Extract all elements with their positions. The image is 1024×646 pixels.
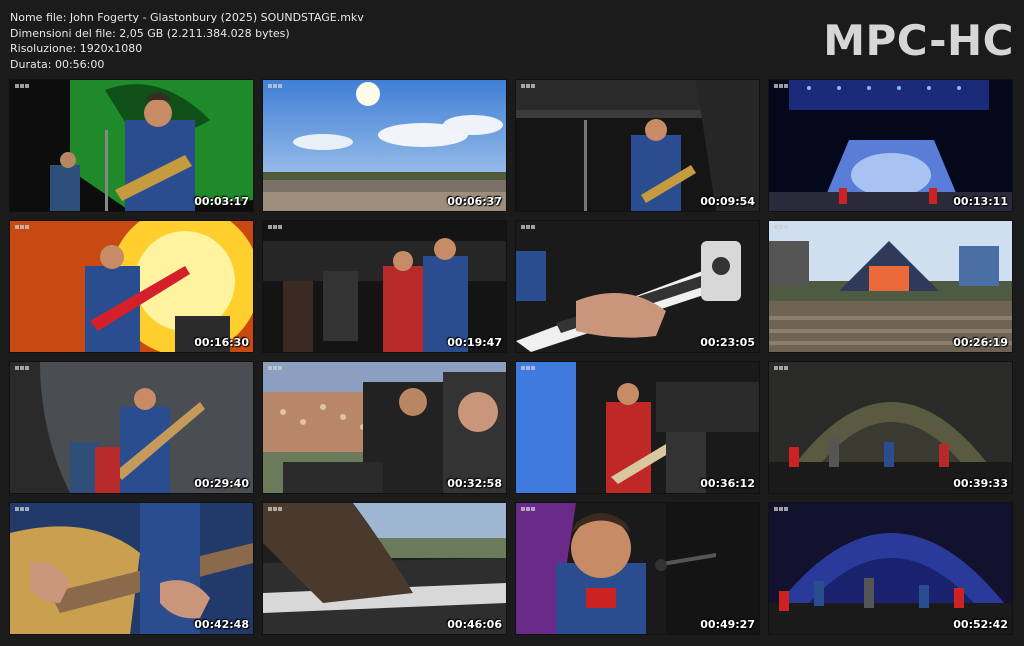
thumbnail-image: [263, 362, 506, 493]
bbc-logo: [521, 366, 535, 370]
thumbnail-image: [516, 503, 759, 634]
bbc-logo: [268, 366, 282, 370]
resolution-line: Risoluzione: 1920x1080: [10, 42, 143, 55]
thumbnail: 00:46:06: [263, 503, 506, 634]
timestamp: 00:52:42: [953, 618, 1008, 631]
thumbnail-image: [769, 503, 1012, 634]
thumbnail-image: [263, 503, 506, 634]
timestamp: 00:06:37: [447, 195, 502, 208]
thumbnail: 00:42:48: [10, 503, 253, 634]
thumbnail: 00:39:33: [769, 362, 1012, 493]
thumbnail: 00:03:17: [10, 80, 253, 211]
timestamp: 00:32:58: [447, 477, 502, 490]
thumbnail: 00:26:19: [769, 221, 1012, 352]
timestamp: 00:19:47: [447, 336, 502, 349]
timestamp: 00:16:30: [194, 336, 249, 349]
thumbnail: 00:32:58: [263, 362, 506, 493]
thumbnail: 00:06:37: [263, 80, 506, 211]
bbc-logo: [521, 225, 535, 229]
timestamp: 00:03:17: [194, 195, 249, 208]
bbc-logo: [774, 507, 788, 511]
timestamp: 00:29:40: [194, 477, 249, 490]
timestamp: 00:42:48: [194, 618, 249, 631]
timestamp: 00:46:06: [447, 618, 502, 631]
duration-line: Durata: 00:56:00: [10, 57, 105, 71]
thumbnail: 00:09:54: [516, 80, 759, 211]
timestamp: 00:39:33: [953, 477, 1008, 490]
thumbnail-image: [769, 362, 1012, 493]
thumbnail-image: [10, 221, 253, 352]
bbc-logo: [268, 507, 282, 511]
thumbnail-image: [769, 221, 1012, 352]
thumbnail-image: [263, 221, 506, 352]
bbc-logo: [774, 366, 788, 370]
file-size-line: Dimensioni del file: 2,05 GB (2.211.384.…: [10, 26, 290, 40]
thumbnail-image: [10, 80, 253, 211]
bbc-logo: [15, 507, 29, 511]
thumbnail-image: [516, 221, 759, 352]
thumbnail: 00:19:47: [263, 221, 506, 352]
thumbnail-image: [516, 362, 759, 493]
thumbnail: 00:36:12: [516, 362, 759, 493]
bbc-logo: [774, 225, 788, 229]
bbc-logo: [268, 84, 282, 88]
timestamp: 00:26:19: [953, 336, 1008, 349]
thumbnail-image: [10, 362, 253, 493]
thumbnail: 00:23:05: [516, 221, 759, 352]
thumbnail-grid: 00:03:17 00:06:37 00:09:54 00:13:11 00:1…: [10, 80, 1014, 634]
timestamp: 00:09:54: [700, 195, 755, 208]
bbc-logo: [521, 84, 535, 88]
mpc-hc-logo: MPC-HC: [823, 16, 1014, 65]
bbc-logo: [774, 84, 788, 88]
timestamp: 00:36:12: [700, 477, 755, 490]
thumbnail-image: [263, 80, 506, 211]
file-name-line: Nome file: John Fogerty - Glastonbury (2…: [10, 11, 364, 24]
bbc-logo: [15, 225, 29, 229]
thumbnail: 00:13:11: [769, 80, 1012, 211]
timestamp: 00:49:27: [700, 618, 755, 631]
file-info-block: Nome file: John Fogerty - Glastonbury (2…: [10, 10, 364, 72]
thumbnail: 00:29:40: [10, 362, 253, 493]
timestamp: 00:23:05: [700, 336, 755, 349]
thumbnail-image: [516, 80, 759, 211]
timestamp: 00:13:11: [953, 195, 1008, 208]
thumbnail-image: [10, 503, 253, 634]
bbc-logo: [15, 366, 29, 370]
thumbnail: 00:16:30: [10, 221, 253, 352]
bbc-logo: [521, 507, 535, 511]
thumbnail: 00:52:42: [769, 503, 1012, 634]
thumbnail: 00:49:27: [516, 503, 759, 634]
thumbnail-image: [769, 80, 1012, 211]
bbc-logo: [15, 84, 29, 88]
bbc-logo: [268, 225, 282, 229]
